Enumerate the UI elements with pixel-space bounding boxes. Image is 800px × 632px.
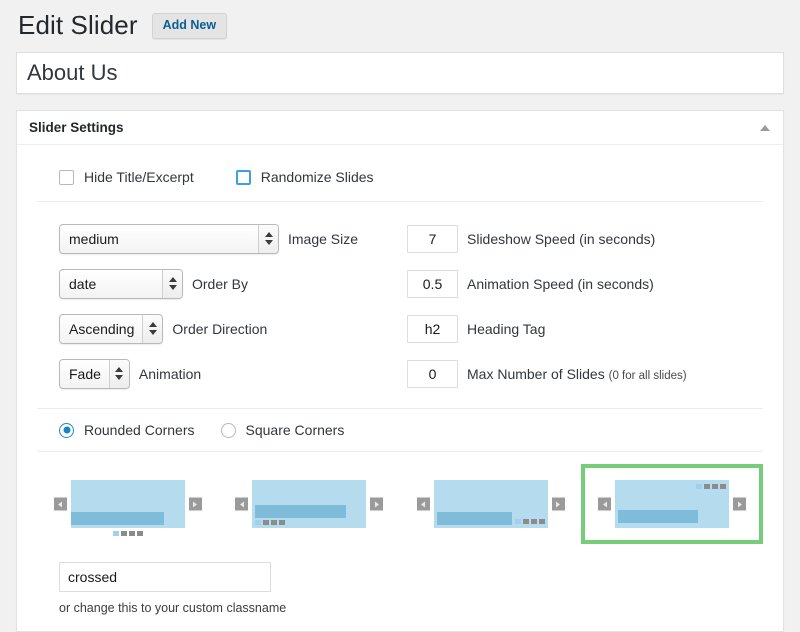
field-label-text: Slideshow Speed (in seconds) bbox=[467, 231, 655, 247]
caption-bar bbox=[71, 512, 164, 525]
add-new-button[interactable]: Add New bbox=[152, 13, 227, 39]
prev-arrow-icon bbox=[54, 498, 67, 511]
caption-bar bbox=[437, 512, 512, 525]
field-label-hint: (0 for all slides) bbox=[609, 370, 687, 382]
radio-label: Rounded Corners bbox=[84, 422, 195, 438]
select-animation[interactable]: Fade bbox=[59, 359, 130, 389]
prev-arrow-icon bbox=[598, 498, 611, 511]
field-label: Order Direction bbox=[172, 321, 267, 337]
checkbox-label: Hide Title/Excerpt bbox=[84, 169, 194, 185]
max-slides-input[interactable] bbox=[407, 360, 458, 388]
caption-bar bbox=[618, 510, 698, 523]
layout-preview bbox=[54, 476, 202, 532]
classname-hint: or change this to your custom classname bbox=[59, 601, 763, 615]
layout-preview bbox=[235, 476, 383, 532]
classname-row: or change this to your custom classname bbox=[37, 554, 763, 615]
radio-button[interactable] bbox=[221, 423, 236, 438]
page-title: Edit Slider bbox=[18, 9, 138, 43]
field-label-text: Max Number of Slides bbox=[467, 366, 609, 382]
radio-label: Square Corners bbox=[246, 422, 345, 438]
custom-classname-input[interactable] bbox=[59, 562, 271, 592]
select-value: medium bbox=[60, 225, 258, 253]
stepper-arrows-icon[interactable] bbox=[258, 225, 278, 253]
select-value: Fade bbox=[60, 360, 109, 388]
prev-arrow-icon bbox=[417, 498, 430, 511]
checkbox-label: Randomize Slides bbox=[261, 169, 374, 185]
stepper-arrows-icon[interactable] bbox=[109, 360, 129, 388]
slide-stage bbox=[252, 480, 366, 528]
select-column: medium Image Size date Order By bbox=[37, 216, 407, 396]
next-arrow-icon bbox=[733, 498, 746, 511]
field-label: Animation Speed (in seconds) bbox=[467, 276, 654, 292]
field-label: Slideshow Speed (in seconds) bbox=[467, 231, 655, 247]
slide-stage bbox=[434, 480, 548, 528]
corner-style-row: Rounded Corners Square Corners bbox=[37, 409, 763, 452]
pagination-dots bbox=[696, 484, 726, 489]
field-label: Max Number of Slides (0 for all slides) bbox=[467, 366, 687, 382]
select-order-direction[interactable]: Ascending bbox=[59, 314, 163, 344]
settings-grid: medium Image Size date Order By bbox=[37, 202, 763, 409]
field-label: Animation bbox=[139, 366, 201, 382]
radio-button[interactable] bbox=[59, 423, 74, 438]
prev-arrow-icon bbox=[235, 498, 248, 511]
slider-settings-metabox: Slider Settings Hide Title/Excerpt Rando… bbox=[16, 110, 784, 632]
field-label: Order By bbox=[192, 276, 248, 292]
layout-option-1[interactable] bbox=[37, 464, 218, 544]
field-max-slides: Max Number of Slides (0 for all slides) bbox=[407, 351, 763, 396]
next-arrow-icon bbox=[370, 498, 383, 511]
slide-stage bbox=[615, 480, 729, 528]
layout-thumbnails-row bbox=[37, 452, 763, 554]
next-arrow-icon bbox=[189, 498, 202, 511]
slider-title-input[interactable] bbox=[16, 52, 784, 94]
field-order-direction: Ascending Order Direction bbox=[59, 306, 407, 351]
pagination-dots bbox=[515, 519, 545, 524]
checkbox-hide-title-excerpt[interactable]: Hide Title/Excerpt bbox=[59, 169, 194, 185]
checkbox-row: Hide Title/Excerpt Randomize Slides bbox=[37, 159, 763, 202]
field-label: Image Size bbox=[288, 231, 358, 247]
slideshow-speed-input[interactable] bbox=[407, 225, 458, 253]
field-label: Heading Tag bbox=[467, 321, 545, 337]
pagination-dots bbox=[255, 520, 285, 525]
checkbox-box[interactable] bbox=[236, 170, 251, 185]
radio-square-corners[interactable]: Square Corners bbox=[221, 422, 345, 438]
field-animation: Fade Animation bbox=[59, 351, 407, 396]
radio-rounded-corners[interactable]: Rounded Corners bbox=[59, 422, 195, 438]
field-heading-tag: Heading Tag bbox=[407, 306, 763, 351]
metabox-body: Hide Title/Excerpt Randomize Slides medi… bbox=[17, 145, 783, 631]
field-label-text: Animation Speed (in seconds) bbox=[467, 276, 654, 292]
layout-option-3[interactable] bbox=[400, 464, 581, 544]
layout-option-2[interactable] bbox=[218, 464, 399, 544]
pagination-dots bbox=[113, 531, 143, 536]
triangle-up-icon[interactable] bbox=[760, 125, 770, 131]
field-animation-speed: Animation Speed (in seconds) bbox=[407, 261, 763, 306]
stepper-arrows-icon[interactable] bbox=[142, 315, 162, 343]
field-image-size: medium Image Size bbox=[59, 216, 407, 261]
checkbox-box[interactable] bbox=[59, 170, 74, 185]
select-value: date bbox=[60, 270, 162, 298]
animation-speed-input[interactable] bbox=[407, 270, 458, 298]
caption-bar bbox=[255, 505, 346, 518]
layout-option-4[interactable] bbox=[581, 464, 763, 544]
metabox-header[interactable]: Slider Settings bbox=[17, 111, 783, 145]
next-arrow-icon bbox=[552, 498, 565, 511]
layout-preview bbox=[598, 476, 746, 532]
number-column: Slideshow Speed (in seconds) Animation S… bbox=[407, 216, 763, 396]
metabox-title: Slider Settings bbox=[29, 121, 124, 135]
heading-tag-input[interactable] bbox=[407, 315, 458, 343]
stepper-arrows-icon[interactable] bbox=[162, 270, 182, 298]
select-value: Ascending bbox=[60, 315, 142, 343]
checkbox-randomize-slides[interactable]: Randomize Slides bbox=[236, 169, 374, 185]
layout-preview bbox=[417, 476, 565, 532]
select-order-by[interactable]: date bbox=[59, 269, 183, 299]
slide-stage bbox=[71, 480, 185, 528]
field-slideshow-speed: Slideshow Speed (in seconds) bbox=[407, 216, 763, 261]
field-label-text: Heading Tag bbox=[467, 321, 545, 337]
select-image-size[interactable]: medium bbox=[59, 224, 279, 254]
edit-slider-page: Edit Slider Add New Slider Settings Hide… bbox=[0, 0, 800, 625]
page-header: Edit Slider Add New bbox=[16, 0, 784, 52]
field-order-by: date Order By bbox=[59, 261, 407, 306]
